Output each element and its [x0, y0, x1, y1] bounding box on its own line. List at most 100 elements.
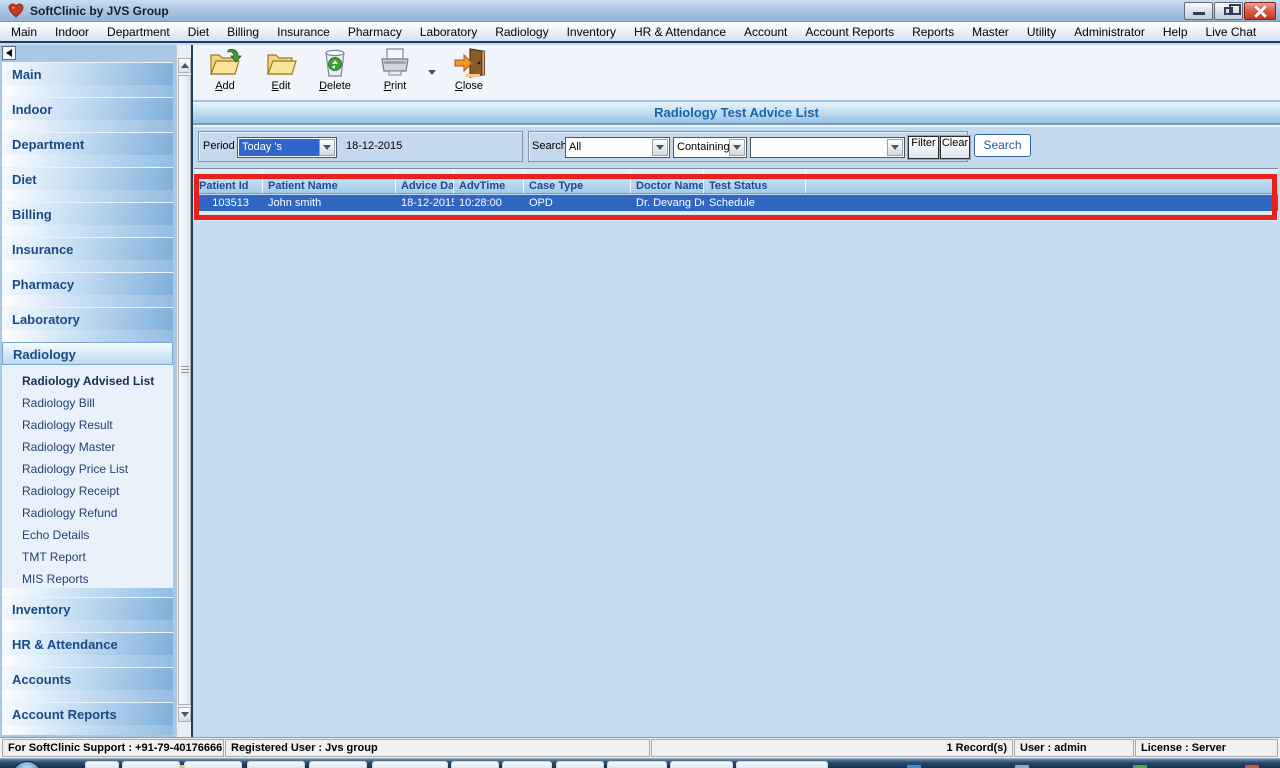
- clear-button[interactable]: Clear: [940, 136, 970, 159]
- taskbar-button[interactable]: [736, 761, 828, 768]
- taskbar-button[interactable]: [556, 761, 604, 768]
- menu-item-indoor[interactable]: Indoor: [46, 25, 98, 39]
- column-header-patient-id[interactable]: Patient Id: [194, 169, 263, 193]
- sidebar-item-radiology-price-list[interactable]: Radiology Price List: [2, 458, 173, 480]
- status-license: License : Server: [1135, 739, 1278, 757]
- sidebar-strip: [2, 620, 173, 632]
- sidebar-item-inventory[interactable]: Inventory: [2, 597, 173, 620]
- menu-item-billing[interactable]: Billing: [218, 25, 268, 39]
- scroll-up-button[interactable]: [178, 58, 191, 73]
- taskbar-button[interactable]: [184, 761, 242, 768]
- sidebar-item-main[interactable]: Main: [2, 62, 173, 85]
- menu-item-radiology[interactable]: Radiology: [486, 25, 557, 39]
- print-button[interactable]: Print: [369, 47, 421, 96]
- sidebar-item-radiology[interactable]: Radiology: [2, 342, 173, 365]
- sidebar-strip: [2, 225, 173, 237]
- menu-item-account-reports[interactable]: Account Reports: [796, 25, 903, 39]
- menu-item-diet[interactable]: Diet: [179, 25, 218, 39]
- sidebar-item-indoor[interactable]: Indoor: [2, 97, 173, 120]
- sidebar-strip: [2, 690, 173, 702]
- taskbar-button[interactable]: [309, 761, 367, 768]
- taskbar-button[interactable]: [451, 761, 499, 768]
- sidebar-item-hr-attendance[interactable]: HR & Attendance: [2, 632, 173, 655]
- sidebar-item-insurance[interactable]: Insurance: [2, 237, 173, 260]
- taskbar-button[interactable]: [85, 761, 119, 768]
- grid-row-selected[interactable]: 103513 John smith 18-12-2015 10:28:00 OP…: [194, 195, 1278, 211]
- period-value: Today 's: [239, 139, 319, 156]
- menu-item-insurance[interactable]: Insurance: [268, 25, 339, 39]
- menu-item-reports[interactable]: Reports: [903, 25, 963, 39]
- taskbar-button[interactable]: [372, 761, 448, 768]
- sidebar-strip: [2, 260, 173, 272]
- delete-button[interactable]: Delete: [309, 47, 361, 96]
- search-text-combobox[interactable]: [750, 137, 905, 158]
- edit-button[interactable]: Edit: [255, 47, 307, 96]
- status-record-count: 1 Record(s): [651, 739, 1013, 757]
- sidebar-item-radiology-advised-list[interactable]: Radiology Advised List: [2, 370, 173, 392]
- sidebar-item-radiology-bill[interactable]: Radiology Bill: [2, 392, 173, 414]
- scrollbar-grip-icon: [181, 366, 189, 375]
- scroll-down-button[interactable]: [178, 707, 191, 722]
- cell-adv-time: 10:28:00: [454, 195, 524, 211]
- combo-arrow-icon[interactable]: [652, 139, 668, 156]
- print-icon: [378, 47, 412, 79]
- column-header-advice-date[interactable]: Advice Dat: [396, 169, 454, 193]
- sidebar-item-radiology-result[interactable]: Radiology Result: [2, 414, 173, 436]
- taskbar-button[interactable]: [670, 761, 733, 768]
- close-window-button[interactable]: Close: [443, 47, 495, 96]
- sidebar-item-laboratory[interactable]: Laboratory: [2, 307, 173, 330]
- sidebar-item-billing[interactable]: Billing: [2, 202, 173, 225]
- menu-item-inventory[interactable]: Inventory: [558, 25, 625, 39]
- menu-item-utility[interactable]: Utility: [1018, 25, 1065, 39]
- sidebar-item-echo-details[interactable]: Echo Details: [2, 524, 173, 546]
- menu-item-laboratory[interactable]: Laboratory: [411, 25, 486, 39]
- sidebar-item-mis-reports[interactable]: MIS Reports: [2, 568, 173, 590]
- column-header-adv-time[interactable]: AdvTime: [454, 169, 524, 193]
- column-header-case-type[interactable]: Case Type: [524, 169, 631, 193]
- combo-arrow-icon[interactable]: [887, 139, 903, 156]
- column-header-patient-name[interactable]: Patient Name: [263, 169, 396, 193]
- menu-item-hr-attendance[interactable]: HR & Attendance: [625, 25, 735, 39]
- menu-item-main[interactable]: Main: [2, 25, 46, 39]
- search-operator-combobox[interactable]: Containing: [673, 137, 747, 158]
- sidebar-strip: [2, 155, 173, 167]
- search-button[interactable]: Search: [974, 134, 1031, 157]
- sidebar-scrollbar[interactable]: [176, 45, 191, 737]
- start-button[interactable]: [12, 761, 42, 768]
- add-button[interactable]: Add: [199, 47, 251, 96]
- sidebar-item-tmt-report[interactable]: TMT Report: [2, 546, 173, 568]
- menu-item-master[interactable]: Master: [963, 25, 1018, 39]
- sidebar-item-department[interactable]: Department: [2, 132, 173, 155]
- status-support: For SoftClinic Support : +91-79-40176666: [2, 739, 224, 757]
- column-header-test-status[interactable]: Test Status: [704, 169, 806, 193]
- minimize-button[interactable]: [1184, 2, 1213, 20]
- restore-button[interactable]: [1214, 2, 1243, 20]
- filter-button[interactable]: Filter: [908, 136, 939, 159]
- print-dropdown-button[interactable]: [425, 65, 439, 79]
- menu-item-live-chat[interactable]: Live Chat: [1197, 25, 1266, 39]
- sidebar-item-diet[interactable]: Diet: [2, 167, 173, 190]
- taskbar-button[interactable]: [607, 761, 667, 768]
- close-button[interactable]: [1244, 2, 1276, 20]
- sidebar-item-radiology-receipt[interactable]: Radiology Receipt: [2, 480, 173, 502]
- sidebar-item-pharmacy[interactable]: Pharmacy: [2, 272, 173, 295]
- sidebar-collapse-button[interactable]: [2, 46, 16, 60]
- sidebar-item-radiology-refund[interactable]: Radiology Refund: [2, 502, 173, 524]
- taskbar-button[interactable]: [502, 761, 552, 768]
- menu-item-department[interactable]: Department: [98, 25, 179, 39]
- menu-item-pharmacy[interactable]: Pharmacy: [339, 25, 411, 39]
- sidebar-item-account-reports[interactable]: Account Reports: [2, 702, 173, 725]
- scrollbar-thumb[interactable]: [178, 75, 191, 705]
- menu-item-help[interactable]: Help: [1154, 25, 1197, 39]
- taskbar-button[interactable]: [122, 761, 180, 768]
- column-header-doctor-name[interactable]: Doctor Name: [631, 169, 704, 193]
- menu-item-account[interactable]: Account: [735, 25, 796, 39]
- sidebar-item-accounts[interactable]: Accounts: [2, 667, 173, 690]
- sidebar-item-radiology-master[interactable]: Radiology Master: [2, 436, 173, 458]
- search-field-combobox[interactable]: All: [565, 137, 670, 158]
- menu-item-administrator[interactable]: Administrator: [1065, 25, 1154, 39]
- period-combobox[interactable]: Today 's: [237, 137, 337, 158]
- combo-arrow-icon[interactable]: [319, 139, 335, 156]
- taskbar-button[interactable]: [247, 761, 305, 768]
- combo-arrow-icon[interactable]: [729, 139, 745, 156]
